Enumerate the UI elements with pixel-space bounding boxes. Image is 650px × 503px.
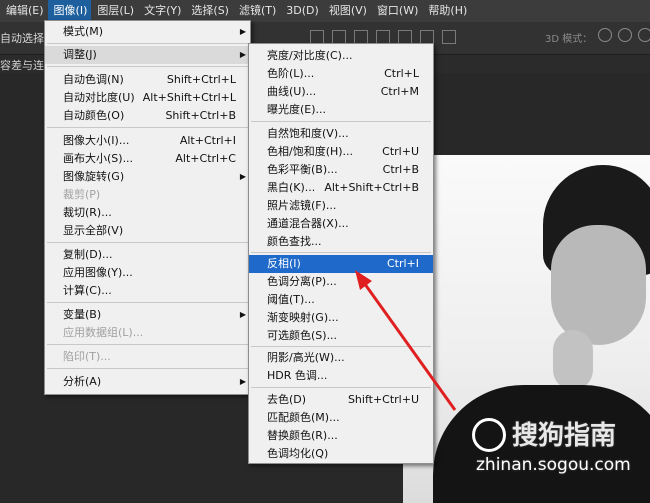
menu-item-match-color[interactable]: 匹配颜色(M)... [249,409,433,427]
menu-item-vibrance[interactable]: 自然饱和度(V)... [249,125,433,143]
submenu-arrow-icon: ▶ [239,50,246,59]
pan-3d-icon[interactable] [638,28,650,42]
3d-tools [598,28,650,42]
align-bottom-icon[interactable] [354,30,368,44]
menu-item-auto-contrast[interactable]: 自动对比度(U) Alt+Shift+Ctrl+L [45,89,250,107]
menubar-item[interactable]: 文字(Y) [138,0,185,22]
menu-item-reveal-all[interactable]: 显示全部(V) [45,222,250,240]
menu-item-hue-saturation[interactable]: 色相/饱和度(H)... Ctrl+U [249,143,433,161]
menu-item-auto-color[interactable]: 自动颜色(O) Shift+Ctrl+B [45,107,250,125]
menu-item-canvas-size[interactable]: 画布大小(S)... Alt+Ctrl+C [45,150,250,168]
align-middle-icon[interactable] [332,30,346,44]
menu-item-brightness[interactable]: 亮度/对比度(C)... [249,47,433,65]
distribute-bottom-icon[interactable] [420,30,434,44]
menubar-item[interactable]: 图层(L) [91,0,138,22]
menu-item-apply-dataset: 应用数据组(L)... [63,326,144,339]
menubar-item[interactable]: 3D(D) [280,0,323,22]
menu-item-photo-filter[interactable]: 照片滤镜(F)... [249,197,433,215]
menu-item-desaturate[interactable]: 去色(D) Shift+Ctrl+U [249,391,433,409]
menu-item-gradient-map[interactable]: 渐变映射(G)... [249,309,433,327]
roll-3d-icon[interactable] [618,28,632,42]
submenu-arrow-icon: ▶ [239,310,246,319]
menu-item-calculations[interactable]: 计算(C)... [45,282,250,300]
photo-face [551,225,646,345]
photo-hand [553,330,593,390]
menu-item-posterize[interactable]: 色调分离(P)... [249,273,433,291]
menu-item-replace-color[interactable]: 替换颜色(R)... [249,427,433,445]
menubar-item[interactable]: 编辑(E) [0,0,48,22]
rotate-3d-icon[interactable] [598,28,612,42]
image-menu: 模式(M) ▶ 调整(J) ▶ 自动色调(N) Shift+Ctrl+L 自动对比度(… [44,20,251,395]
auto-align-icon[interactable] [442,30,456,44]
sogou-logo-icon [472,418,506,452]
menu-item-color-lookup[interactable]: 颜色查找... [249,233,433,251]
menu-item-crop: 裁剪(P) [63,188,101,201]
distribute-middle-icon[interactable] [398,30,412,44]
menu-item-hdr-toning[interactable]: HDR 色调... [249,367,433,385]
menu-item-curves[interactable]: 曲线(U)... Ctrl+M [249,83,433,101]
menu-item-image-size[interactable]: 图像大小(I)... Alt+Ctrl+I [45,132,250,150]
mode-3d-label: 3D 模式： [545,34,593,45]
menu-item-selective-color[interactable]: 可选颜色(S)... [249,327,433,345]
menu-item-black-white[interactable]: 黑白(K)... Alt+Shift+Ctrl+B [249,179,433,197]
menu-item-apply-image[interactable]: 应用图像(Y)... [45,264,250,282]
menu-item-levels[interactable]: 色阶(L)... Ctrl+L [249,65,433,83]
menubar-item[interactable]: 视图(V) [323,0,371,22]
align-top-icon[interactable] [310,30,324,44]
distribute-top-icon[interactable] [376,30,390,44]
menu-item-channel-mixer[interactable]: 通道混合器(X)... [249,215,433,233]
menu-item-color-balance[interactable]: 色彩平衡(B)... Ctrl+B [249,161,433,179]
menu-bar: 编辑(E) 图像(I) 图层(L) 文字(Y) 选择(S) 滤镜(T) 3D(D) 视图(V)… [0,0,650,22]
menu-item-mode[interactable]: 模式(M) ▶ [45,23,250,41]
menu-item-shadows-highlights[interactable]: 阴影/高光(W)... [249,349,433,367]
menubar-item[interactable]: 窗口(W) [371,0,422,22]
menu-item-trap: 陷印(T)... [63,350,111,363]
submenu-arrow-icon: ▶ [239,172,246,181]
menu-item-variables[interactable]: 变量(B) ▶ [45,306,250,324]
submenu-arrow-icon: ▶ [239,377,246,386]
menu-item-rotate[interactable]: 图像旋转(G) ▶ [45,168,250,186]
align-tools [310,30,456,44]
menu-item-exposure[interactable]: 曝光度(E)... [249,101,433,119]
menu-item-trim[interactable]: 裁切(R)... [45,204,250,222]
menubar-item[interactable]: 选择(S) [185,0,233,22]
adjust-submenu: 亮度/对比度(C)... 色阶(L)... Ctrl+L 曲线(U)... Ctrl… [248,43,434,464]
watermark-url: zhinan.sogou.com [476,455,631,475]
menu-item-adjust[interactable]: 调整(J) ▶ [45,46,250,64]
menu-item-invert[interactable]: 反相(I) Ctrl+I [249,255,433,273]
menu-item-duplicate[interactable]: 复制(D)... [45,246,250,264]
menu-item-equalize[interactable]: 色调均化(Q) [249,445,433,463]
menubar-item[interactable]: 图像(I) [47,0,92,22]
menu-item-analysis[interactable]: 分析(A) ▶ [45,373,250,391]
menubar-item[interactable]: 帮助(H) [422,0,471,22]
menu-item-threshold[interactable]: 阈值(T)... [249,291,433,309]
watermark-text: 搜狗指南 [512,421,617,451]
menubar-item[interactable]: 滤镜(T) [233,0,280,22]
submenu-arrow-icon: ▶ [239,27,246,36]
menu-item-auto-tone[interactable]: 自动色调(N) Shift+Ctrl+L [45,71,250,89]
